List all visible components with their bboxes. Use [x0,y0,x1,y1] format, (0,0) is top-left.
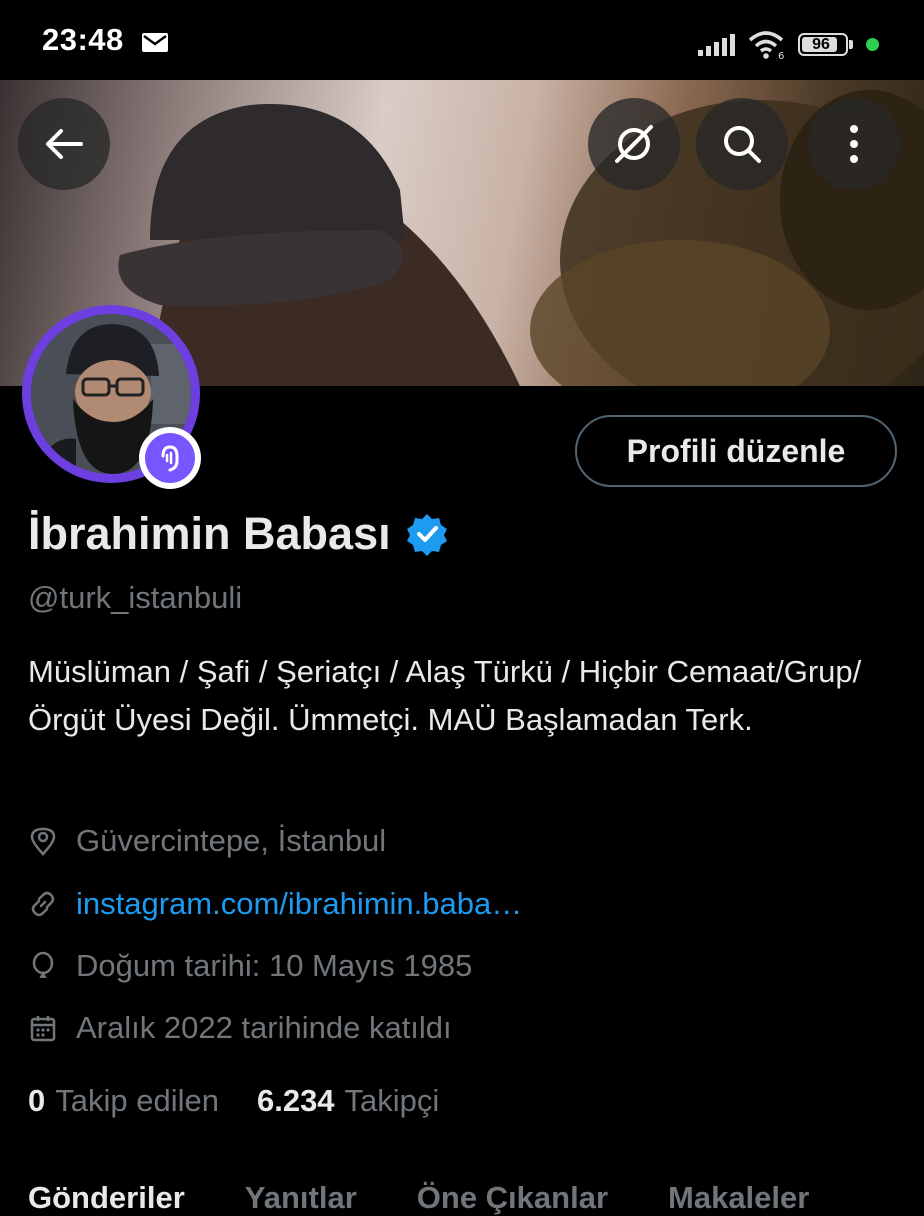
back-arrow-icon [46,129,83,159]
back-button[interactable] [18,98,110,190]
edit-profile-button[interactable]: Profili düzenle [575,415,897,487]
follow-stats: 0 Takip edilen 6.234 Takipçi [28,1083,477,1119]
calendar-icon [30,1016,56,1042]
following-label: Takip edilen [55,1083,219,1118]
wifi-icon: 6 [748,31,784,60]
link-text[interactable]: instagram.com/ibrahimin.baba… [76,886,522,922]
mail-icon [142,33,168,52]
following-count: 0 [28,1083,46,1118]
more-options-button[interactable] [808,98,900,190]
followers-link[interactable]: 6.234 Takipçi [257,1083,439,1119]
more-vertical-icon [850,125,858,163]
battery-tip [849,40,853,49]
svg-text:6: 6 [778,51,784,60]
tab-highlights[interactable]: Öne Çıkanlar [417,1180,608,1216]
search-icon [724,126,761,163]
battery-level: 96 [812,36,830,53]
tab-articles[interactable]: Makaleler [668,1180,809,1216]
profile-name-row: İbrahimin Babası [28,508,449,560]
following-link[interactable]: 0 Takip edilen [28,1083,219,1119]
birth-text: Doğum tarihi: 10 Mayıs 1985 [76,948,473,983]
followers-label: Takipçi [344,1083,440,1118]
signal-icon [698,34,735,56]
profile-handle: @turk_istanbuli [28,580,243,615]
profile-location: Güvercintepe, İstanbul [28,823,386,859]
grok-button[interactable] [588,98,680,190]
profile-joined: Aralık 2022 tarihinde katıldı [28,1010,452,1046]
tab-posts[interactable]: Gönderiler [28,1180,185,1216]
profile-birthdate: Doğum tarihi: 10 Mayıs 1985 [28,948,472,984]
grok-icon [615,125,653,163]
verified-badge-icon[interactable] [405,512,449,556]
tab-replies[interactable]: Yanıtlar [245,1180,357,1216]
battery-icon: 96 [798,33,848,56]
followers-count: 6.234 [256,1083,335,1118]
location-pin-icon [30,827,56,856]
location-text: Güvercintepe, İstanbul [76,823,387,858]
profile-link[interactable]: instagram.com/ibrahimin.baba… [28,886,522,922]
link-icon [31,891,55,917]
profile-bio: Müslüman / Şafi / Şeriatçı / Alaş Türkü … [28,654,862,737]
microphone-icon [161,445,179,472]
status-bar: 23:48 6 96 [0,0,924,80]
profile-name: İbrahimin Babası [28,508,391,559]
joined-text: Aralık 2022 tarihinde katıldı [76,1010,452,1045]
search-button[interactable] [696,98,788,190]
balloon-icon [32,951,54,978]
status-time: 23:48 [42,22,124,57]
profile-tabs: Gönderiler Yanıtlar Öne Çıkanlar Makalel… [28,1180,869,1216]
spaces-badge[interactable] [139,427,201,489]
notification-dot [866,38,879,51]
